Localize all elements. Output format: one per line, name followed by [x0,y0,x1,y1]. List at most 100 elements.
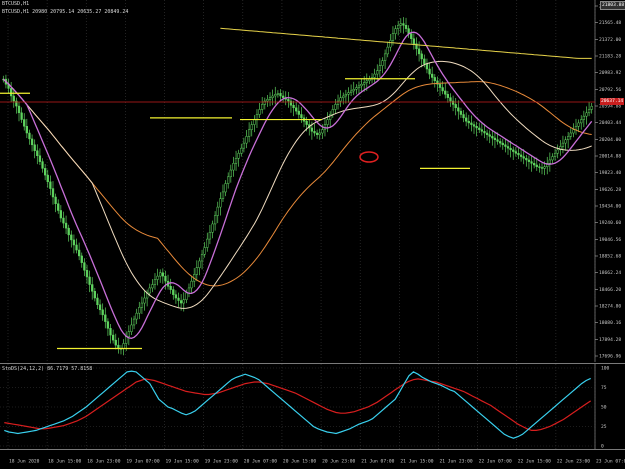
candle-body [402,23,405,26]
candle-body [420,53,423,60]
candle-body [211,223,214,233]
candle-body [138,307,141,314]
candle-body [135,312,138,320]
price-chart-pane[interactable]: 21803.88 21565.48 21372.00 21183.28 20983.92… [0,0,625,362]
candle-body [297,110,300,115]
candle-body [200,253,204,262]
candle-body [30,138,34,146]
highlight-ellipse [359,151,379,163]
candle-body [315,132,319,135]
candle-body [234,158,238,164]
candle-body [378,65,382,71]
candle-body [287,99,290,102]
candle-body [517,152,520,156]
candle-body [540,167,544,169]
candle-body [114,339,117,346]
candle-body [12,95,15,102]
candle-body [383,53,387,61]
time-tick-label: 19 Jun 15:00 [166,459,199,465]
candle-body [227,176,230,184]
chart-symbol-label: BTCUSD,H1 [2,1,30,7]
candle-body [25,126,28,134]
price-tick-label: 19434.00 [599,204,621,210]
candle-body [501,142,504,146]
candle-body [368,78,371,82]
price-tick-label: 20983.92 [599,70,621,76]
price-tick-label: 17894.28 [599,337,621,343]
candle-body [221,191,225,199]
candle-body [106,321,110,329]
stoch-signal-line [4,378,592,432]
oscillator-header: StoDS(24,12,2) 86.7179 57.8158 [2,366,93,372]
candle-body [478,127,481,130]
candle-body [363,82,366,85]
candle-body [36,150,39,156]
candle-body [373,73,376,78]
time-tick-label: 19 Jun 07:00 [126,459,159,465]
candle-body [347,92,350,95]
candle-body [567,136,570,140]
candle-body [206,238,209,248]
candle-body [522,156,525,159]
candle-body [263,100,266,105]
candle-body [203,247,206,255]
candle-body [533,163,536,166]
candle-body [391,33,395,41]
candle-body [38,155,42,162]
candle-body [224,183,227,193]
candle-body [153,279,157,285]
candle-body [577,122,580,127]
candle-body [480,129,484,132]
candle-body [67,227,70,236]
osc-tick-label: 25 [601,424,607,430]
time-tick-label: 22 Jun 07:00 [479,459,512,465]
candle-body [266,99,269,102]
candle-body [187,287,191,294]
candle-body [334,104,337,110]
candle-body [255,114,259,120]
candle-body [261,104,264,110]
candle-body [457,107,460,112]
price-tick-label: 21372.00 [599,37,621,43]
candle-body [585,112,588,117]
candle-body [321,129,324,134]
candle-body [143,297,146,304]
candle-body [535,164,538,167]
candle-body [127,331,130,337]
candle-body [156,275,159,280]
candle-body [219,198,222,208]
oscillator-pane[interactable]: 100 75 50 25 0 StoDS(24,12,2) 86.7179 57.815… [0,363,625,450]
candle-body [59,210,62,219]
candle-body [569,132,572,137]
candle-body [580,119,583,124]
price-tick-label: 19823.40 [599,170,621,176]
candle-body [465,117,468,122]
candle-body [28,132,31,140]
candle-body [470,122,473,125]
ohlc-header: BTCUSD,H1 20980 20795.14 20635.27 20849.… [2,9,129,15]
candle-body [310,127,314,132]
candle-body [245,136,248,144]
candle-body [174,294,178,299]
price-tick-label: 18852.68 [599,254,621,260]
candle-body [572,129,575,134]
candle-body [46,174,49,183]
candle-body [33,144,36,151]
candle-body [20,112,23,120]
candle-body [132,318,136,326]
candle-body [70,234,73,241]
osc-tick-label: 100 [601,366,610,372]
candle-body [355,87,358,90]
candle-body [493,137,497,140]
candle-body [530,161,533,164]
candle-body [428,68,431,75]
candle-body [425,63,429,70]
time-tick-label: 20 Jun 15:00 [283,459,316,465]
candle-body [417,48,421,55]
candle-body [88,276,91,285]
candle-body [62,217,65,224]
candle-body [268,97,272,100]
time-tick-label: 22 Jun 15:00 [518,459,551,465]
candle-body [77,249,81,257]
price-tick-label: 20403.44 [599,120,621,126]
